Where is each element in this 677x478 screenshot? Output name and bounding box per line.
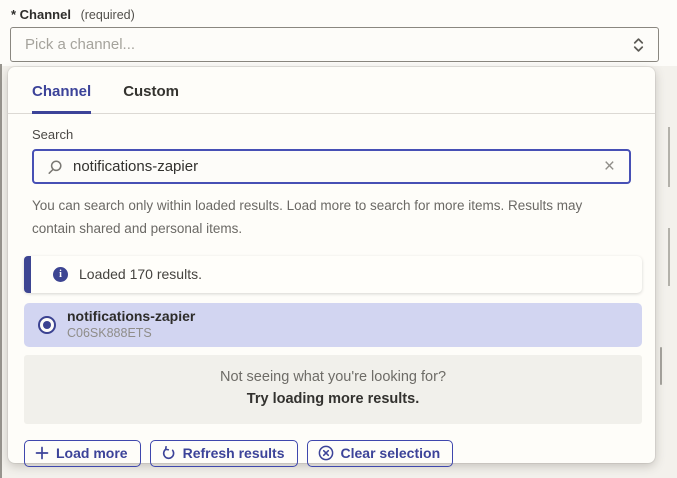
search-input[interactable] (73, 158, 602, 175)
refresh-results-button[interactable]: Refresh results (150, 440, 298, 467)
clear-circle-icon (318, 445, 334, 461)
option-text: notifications-zapier C06SK888ETS (67, 308, 195, 342)
refresh-results-label: Refresh results (183, 445, 285, 461)
tab-custom[interactable]: Custom (123, 83, 179, 114)
load-more-button[interactable]: Load more (24, 440, 141, 467)
background-form-border (0, 64, 2, 478)
load-more-note: Not seeing what you're looking for? Try … (24, 355, 642, 424)
alert-accent-bar (24, 256, 31, 293)
plus-icon (35, 446, 49, 460)
search-label: Search (32, 127, 631, 142)
option-name: notifications-zapier (67, 308, 195, 326)
loaded-results-alert: i Loaded 170 results. (24, 256, 642, 293)
scrollbar[interactable] (660, 347, 662, 385)
radio-selected-icon[interactable] (38, 316, 56, 334)
channel-picker-screen: * Channel (required) Pick a channel... C… (0, 0, 677, 478)
channel-option-selected[interactable]: notifications-zapier C06SK888ETS (24, 303, 642, 347)
tab-channel[interactable]: Channel (32, 83, 91, 114)
search-box: × (32, 149, 631, 184)
search-icon (47, 159, 63, 175)
search-section: Search × (8, 114, 655, 184)
search-helper-text: You can search only within loaded result… (8, 184, 638, 241)
note-question: Not seeing what you're looking for? (24, 366, 642, 388)
channel-dropdown-panel: Channel Custom Search × You can search o… (8, 67, 655, 463)
field-label: * Channel (required) (11, 7, 135, 22)
info-icon: i (53, 267, 68, 282)
note-suggestion: Try loading more results. (24, 388, 642, 410)
field-label-text: * Channel (11, 7, 71, 22)
refresh-icon (161, 446, 176, 461)
select-placeholder: Pick a channel... (25, 36, 633, 53)
required-note: (required) (81, 8, 135, 22)
load-more-label: Load more (56, 445, 128, 461)
background-field-border (668, 228, 670, 286)
clear-search-icon[interactable]: × (602, 157, 617, 176)
clear-selection-button[interactable]: Clear selection (307, 440, 454, 467)
tab-bar: Channel Custom (8, 67, 655, 114)
option-id: C06SK888ETS (67, 326, 195, 342)
select-chevrons-icon (633, 37, 644, 53)
channel-select[interactable]: Pick a channel... (10, 27, 659, 62)
clear-selection-label: Clear selection (341, 445, 441, 461)
action-buttons: Load more Refresh results Clear selectio… (24, 440, 655, 467)
alert-text: Loaded 170 results. (79, 266, 202, 282)
background-field-border (668, 127, 670, 187)
